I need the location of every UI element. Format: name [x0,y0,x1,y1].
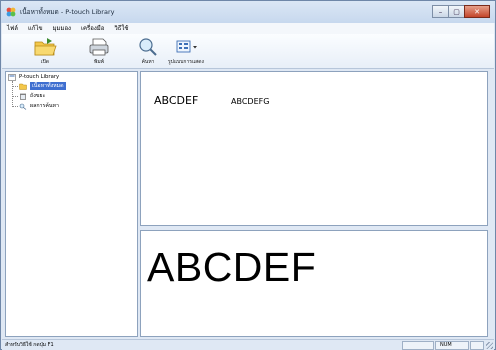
app-icon [6,7,16,17]
label-item[interactable]: ABCDEF [154,94,198,108]
tree-item-search-results[interactable]: ผลการค้นหา [19,102,59,110]
window-controls: – ▢ ✕ [432,5,490,18]
app-window: เนื้อหาทั้งหมด - P-touch Library – ▢ ✕ ไ… [0,0,496,350]
search-icon [139,38,157,56]
menu-bar: ไฟล์ แก้ไข มุมมอง เครื่องมือ วิธีใช้ [2,23,494,34]
preview-text: ABCDEF [147,244,317,290]
status-cell-empty [402,341,434,350]
menu-tools[interactable]: เครื่องมือ [76,23,109,34]
resize-grip[interactable] [486,342,493,349]
library-tree-panel: P-touch Library เนื้อหาทั้งหมด ถังขยะ ผล… [5,71,138,337]
open-button[interactable]: เปิด [32,36,58,68]
minimize-button[interactable]: – [432,5,449,18]
num-lock-indicator: NUM [435,341,469,350]
title-bar[interactable]: เนื้อหาทั้งหมด - P-touch Library – ▢ ✕ [1,1,495,23]
view-style-button[interactable]: รูปแบบการแสดง [168,36,204,68]
tree-item-label: P-touch Library [19,74,60,80]
preview-panel: ABCDEF [140,230,488,337]
status-bar: สำหรับวิธีใช้ กดปุ่ม F1 NUM [2,339,494,350]
status-help-text: สำหรับวิธีใช้ กดปุ่ม F1 [5,342,54,348]
trash-icon [20,93,26,100]
menu-help[interactable]: วิธีใช้ [109,23,133,34]
close-button[interactable]: ✕ [464,5,490,18]
folder-icon [19,83,27,90]
search-button[interactable]: ค้นหา [135,36,161,68]
maximize-button[interactable]: ▢ [448,5,465,18]
open-folder-icon [34,38,57,56]
tree-item-all-contents[interactable]: เนื้อหาทั้งหมด [19,82,66,90]
tree-item-root[interactable]: P-touch Library [8,73,59,81]
tree-connector [12,106,18,107]
label-item[interactable]: ABCDEFG [231,96,269,107]
window-title: เนื้อหาทั้งหมด - P-touch Library [20,8,115,16]
menu-view[interactable]: มุมมอง [48,23,76,34]
toolbar: เปิด พิมพ์ ค้นหา รูปแบบการแสดง [2,34,494,69]
print-button[interactable]: พิมพ์ [86,36,112,68]
tree-item-trash[interactable]: ถังขยะ [19,92,45,100]
tree-item-label: ผลการค้นหา [30,103,60,109]
tree-connector [12,96,18,97]
menu-file[interactable]: ไฟล์ [2,23,23,34]
tree-connector [12,81,13,107]
search-label: ค้นหา [141,59,155,65]
view-style-icon [176,40,197,53]
tree-item-label: เนื้อหาทั้งหมด [30,82,66,90]
status-cell-scroll [470,341,484,350]
open-label: เปิด [40,59,50,65]
label-list-panel: ABCDEF ABCDEFG [140,71,488,226]
search-results-icon [19,103,27,110]
menu-edit[interactable]: แก้ไข [23,23,48,34]
tree-connector [12,86,18,87]
print-icon [89,38,109,56]
chevron-down-icon [192,46,197,49]
print-label: พิมพ์ [94,59,104,65]
library-icon [8,73,16,81]
view-style-label: รูปแบบการแสดง [168,59,204,65]
tree-item-label: ถังขยะ [30,93,46,99]
